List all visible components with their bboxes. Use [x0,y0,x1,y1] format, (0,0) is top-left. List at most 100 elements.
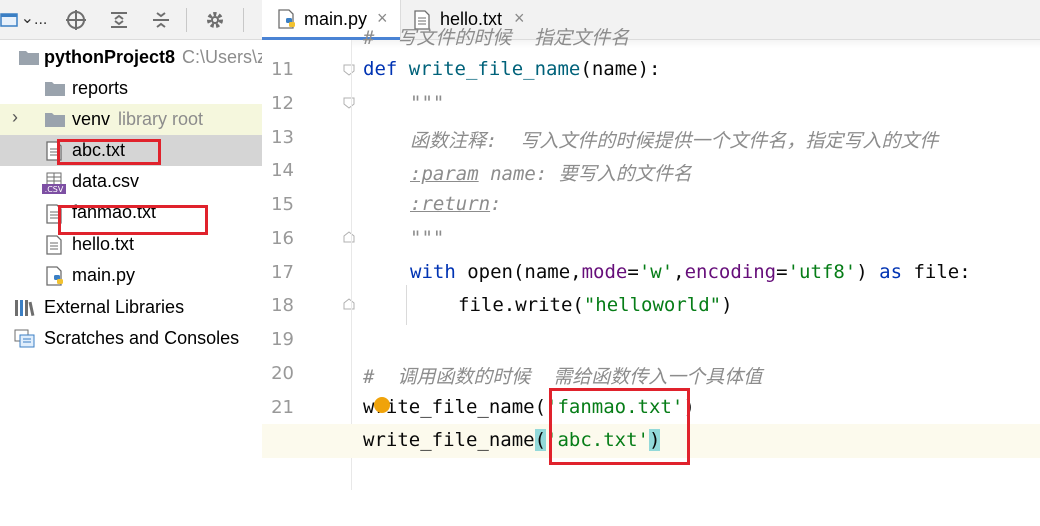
tree-item-main-py[interactable]: main.py [0,260,262,291]
fold-end-icon[interactable] [343,298,355,310]
line-number: 20 [271,363,294,384]
python-file-icon [278,9,298,34]
tree-item-hint: library root [118,109,204,129]
fold-end-icon[interactable] [343,231,355,243]
method-call: file.write( [458,294,584,316]
tree-item-label: main.py [72,265,136,285]
locate-icon[interactable] [64,8,88,32]
string-literal: "helloworld" [583,294,722,316]
code-line-21: write_file_name('fanmao.txt') [363,396,695,418]
line-number: 21 [271,397,294,418]
python-file-icon [46,266,68,286]
tree-item-external-libraries[interactable]: External Libraries [0,292,262,323]
indent-guide [406,285,407,325]
variable-file: file: [913,261,971,283]
csv-file-icon: .CSV [42,172,66,194]
docstring-text: : 要写入的文件名 [535,163,692,185]
docstring-close: """ [410,227,445,249]
project-toolbar: ⌄... [0,0,262,40]
keyword-with: with [410,261,456,283]
collapse-all-icon[interactable] [149,8,173,32]
operator: = [627,261,639,283]
line-number: 15 [271,194,294,215]
tree-item-abc-txt[interactable]: abc.txt [0,135,262,166]
code-line-14: :param name: 要写入的文件名 [410,159,692,186]
code-line-12: """ [410,92,444,114]
docstring-open: """ [410,92,445,114]
code-line-partial: # 写文件的时候 指定文件名 [363,27,630,49]
code-line-16: """ [410,227,444,249]
tree-item-path-hint: C:\Users\z [182,47,267,67]
code-line-13: 函数注释: 写入文件的时候提供一个文件名，指定写入的文件 [410,126,938,153]
line-gutter: 11 12 13 14 15 16 17 18 19 20 21 22 [262,40,355,490]
tree-item-label: Scratches and Consoles [44,328,240,348]
code-line-17: with open(name,mode='w',encoding='utf8')… [410,261,971,283]
expand-all-icon[interactable] [107,8,131,32]
folder-icon [18,48,40,68]
tree-item-label: reports [72,78,129,98]
fold-icon[interactable] [343,64,355,76]
text-file-icon [46,204,68,224]
string-literal: 'fanmao.txt' [546,396,684,418]
libraries-icon [14,298,36,318]
folder-icon [44,79,66,99]
tree-item-venv[interactable]: › venv library root [0,104,262,135]
docstring-text: : [490,193,502,215]
tree-item-fanmao-txt[interactable]: fanmao.txt [0,198,262,229]
line-number: 16 [271,228,294,249]
tree-item-label: hello.txt [72,234,135,254]
text-file-icon [46,141,68,161]
editor-footer [262,490,1040,526]
gear-icon[interactable] [203,8,227,32]
tree-item-data-csv[interactable]: .CSV data.csv [0,166,262,197]
tree-item-reports[interactable]: reports [0,73,262,104]
text-file-icon [46,235,68,255]
close-paren: ) [721,294,733,316]
code-line-18: file.write("helloworld") [458,294,733,316]
matched-bracket: ) [649,429,661,451]
project-view-icon[interactable] [0,8,18,32]
tab-label: main.py [304,9,368,29]
scratches-icon [14,329,36,349]
kwarg-encoding: encoding [684,261,777,283]
string-literal: 'utf8' [787,261,857,283]
line-number: 17 [271,262,294,283]
tree-item-label: External Libraries [44,297,185,317]
function-name: write_file_name [408,58,581,80]
tree-item-label: abc.txt [72,140,126,160]
folder-icon [44,110,66,130]
tree-item-label: fanmao.txt [72,202,157,222]
function-call: write_file_name [363,429,535,451]
line-number: 11 [271,59,294,80]
view-selector-dropdown[interactable]: ⌄... [20,8,48,32]
docstring-text: 函数注释: 写入文件的时候提供一个文件名，指定写入的文件 [410,130,939,152]
open-call: open(name, [467,261,582,283]
tree-item-label: venv [72,109,111,129]
tree-item-hello-txt[interactable]: hello.txt [0,229,262,260]
docstring-param-tag: :param [410,163,479,185]
kwarg-mode: mode [581,261,628,283]
operator: = [776,261,788,283]
code-editor[interactable]: 11 12 13 14 15 16 17 18 19 20 21 22 # 写文… [262,27,1040,526]
intention-bulb-icon[interactable] [374,397,390,413]
docstring-param-name: name [490,163,536,185]
toolbar-divider [243,8,244,32]
docstring-return-tag: :return [410,193,491,215]
open-paren: ( [534,396,547,418]
chevron-down-icon: ⌄ [20,10,35,27]
project-view-label: ... [34,11,48,28]
chevron-right-icon[interactable]: › [12,107,18,128]
code-line-15: :return: [410,193,502,215]
line-number: 18 [271,295,294,316]
tree-item-project-root[interactable]: pythonProject8 C:\Users\z [0,42,266,73]
string-literal: 'w' [638,261,674,283]
string-literal: 'abc.txt' [546,429,649,451]
fold-icon[interactable] [343,97,355,109]
close-paren: ) [683,396,695,418]
tree-item-label: pythonProject8 [44,47,176,67]
tree-item-scratches[interactable]: Scratches and Consoles [0,323,262,354]
line-number: 14 [271,160,294,181]
svg-text:.CSV: .CSV [45,185,64,194]
line-number: 19 [271,329,294,350]
toolbar-divider [186,8,187,32]
